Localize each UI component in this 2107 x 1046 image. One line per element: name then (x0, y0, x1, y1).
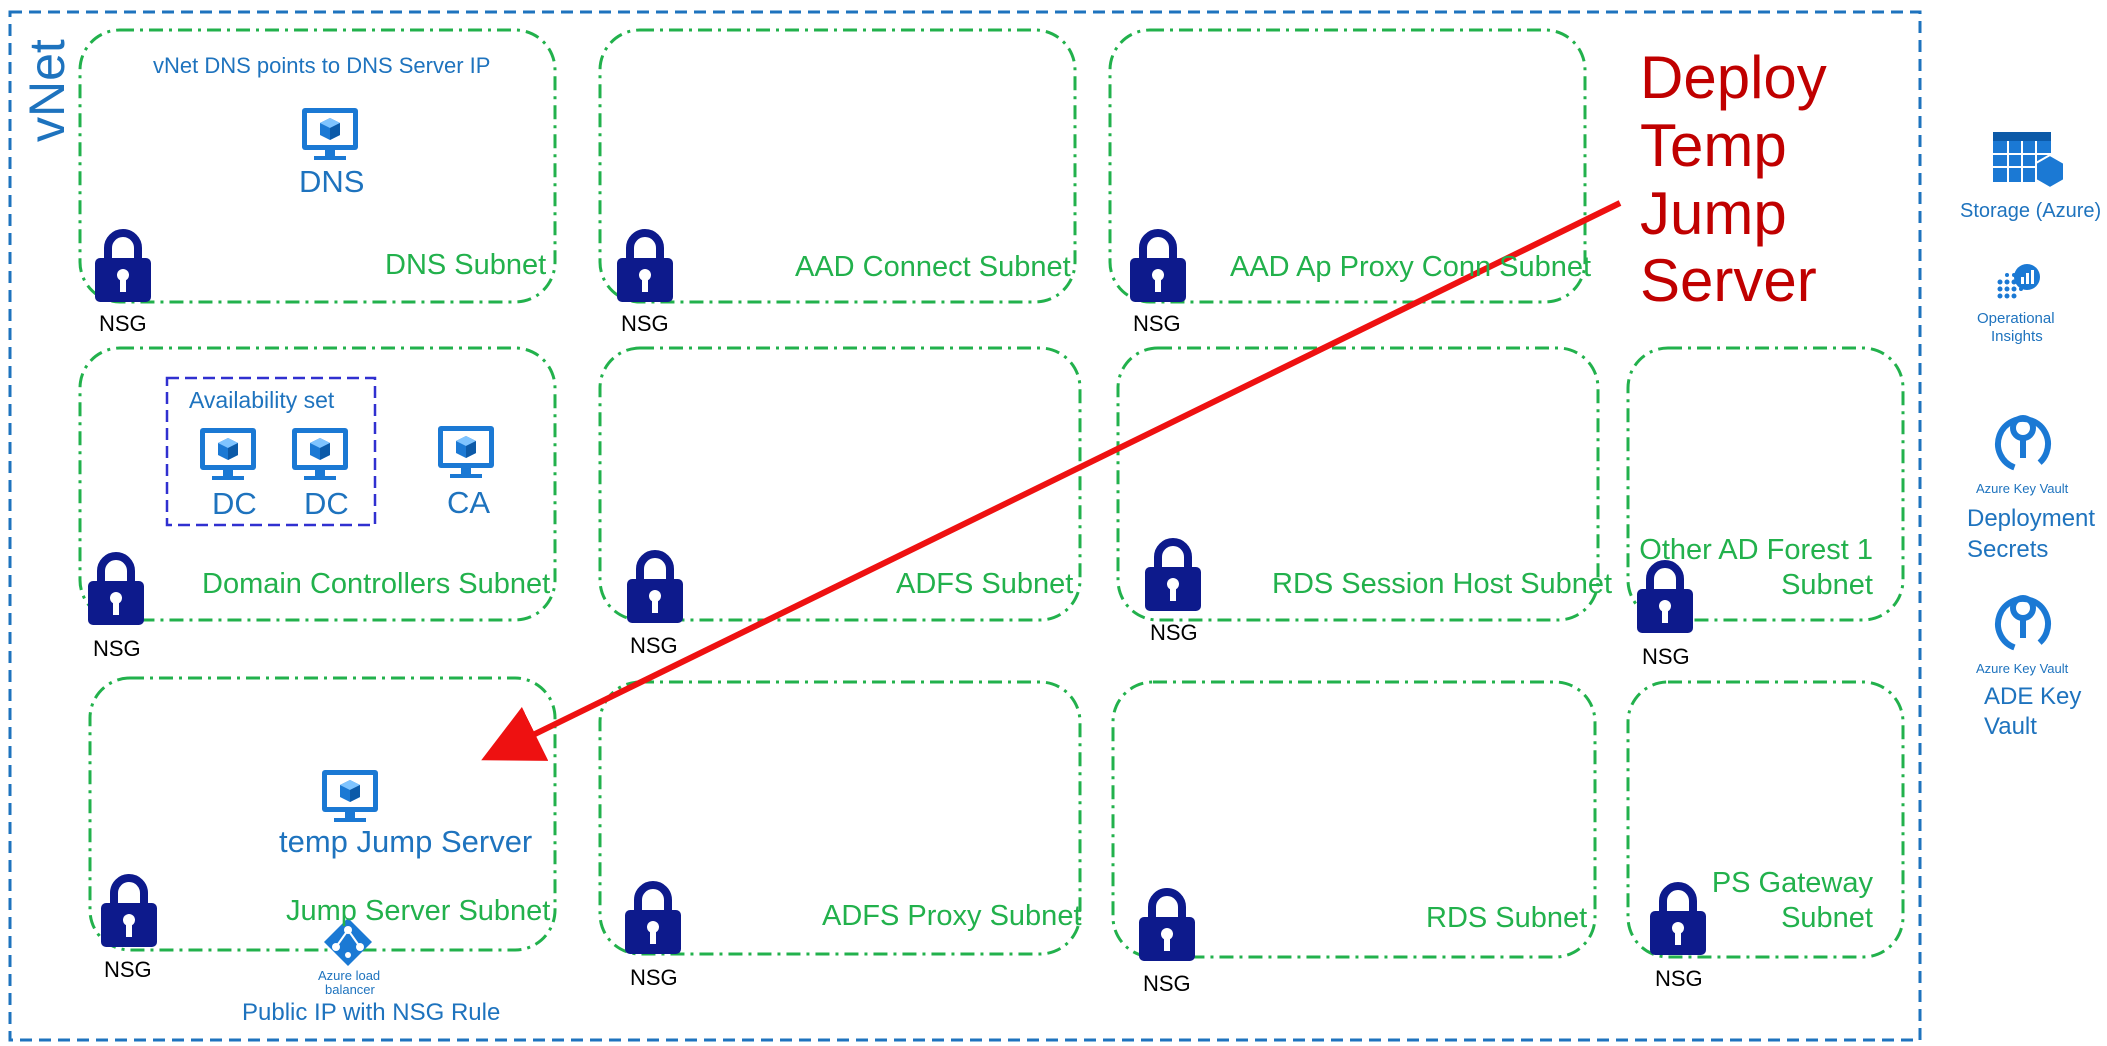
nsg-lock-icon (1139, 892, 1195, 961)
subnet-label: AAD Ap Proxy Conn Subnet (1230, 251, 1592, 283)
dc1-vm-label: DC (212, 486, 257, 521)
dc2-vm-label: DC (304, 486, 349, 521)
dc1-vm-icon (200, 428, 256, 480)
dns-vm-label: DNS (299, 164, 365, 199)
deployment-secrets-label: Deployment (1967, 505, 2096, 532)
subnet-label-line: Subnet (1781, 568, 1873, 601)
jump-server-vm-label: temp Jump Server (279, 824, 533, 859)
nsg-label: NSG (1642, 644, 1690, 669)
key-vault-caption: Azure Key Vault (1976, 481, 2069, 496)
dns-note: vNet DNS points to DNS Server IP (153, 53, 491, 78)
nsg-lock-icon (627, 554, 683, 623)
deploy-line: Server (1640, 247, 1817, 315)
key-vault-icon (1991, 592, 2055, 656)
subnet-label: DNS Subnet (385, 249, 547, 281)
nsg-lock-icon (101, 878, 157, 947)
subnet-label-line: Other AD Forest 1 (1639, 534, 1873, 566)
key-vault-icon (1991, 412, 2055, 476)
public-ip-label: Public IP with NSG Rule (242, 999, 501, 1026)
operational-insights-icon (1997, 264, 2040, 299)
nsg-lock-icon (617, 233, 673, 302)
subnet-label: PS Gateway Subnet (1630, 866, 1873, 936)
ca-vm-label: CA (447, 485, 491, 520)
subnet-label: Jump Server Subnet (286, 895, 551, 927)
nsg-label: NSG (1150, 620, 1198, 645)
subnet-label: RDS Session Host Subnet (1272, 568, 1613, 600)
dc2-vm-icon (292, 428, 348, 480)
subnet-label-line: PS Gateway (1711, 867, 1873, 899)
nsg-label: NSG (621, 311, 669, 336)
storage-label: Storage (Azure) (1960, 200, 2102, 222)
ade-key-vault-label: Vault (1984, 713, 2037, 740)
jump-server-vm-icon (322, 770, 378, 822)
nsg-label: NSG (104, 957, 152, 982)
deployment-secrets-label: Secrets (1967, 536, 2049, 563)
subnet-label: ADFS Proxy Subnet (822, 900, 1082, 932)
nsg-label: NSG (1143, 971, 1191, 996)
nsg-lock-icon (1145, 542, 1201, 611)
availability-set-label: Availability set (189, 387, 335, 413)
nsg-label: NSG (93, 636, 141, 661)
nsg-lock-icon (625, 885, 681, 954)
nsg-lock-icon (1130, 233, 1186, 302)
subnet-label: RDS Subnet (1426, 902, 1588, 934)
deploy-line: Temp (1640, 111, 1787, 179)
deploy-line: Jump (1640, 179, 1787, 247)
storage-icon (1993, 132, 2065, 190)
ade-key-vault-label: ADE Key (1984, 683, 2082, 710)
key-vault-caption: Azure Key Vault (1976, 661, 2069, 676)
nsg-label: NSG (630, 633, 678, 658)
load-balancer-label: balancer (325, 982, 375, 997)
ca-vm-icon (438, 426, 494, 478)
deploy-title: Deploy Temp Jump Server (1640, 44, 1827, 315)
subnet-label: Domain Controllers Subnet (202, 568, 551, 600)
nsg-label: NSG (99, 311, 147, 336)
nsg-label: NSG (630, 965, 678, 990)
subnet-label: Other AD Forest 1 Subnet (1630, 533, 1873, 603)
nsg-lock-icon (95, 233, 151, 302)
nsg-label: NSG (1133, 311, 1181, 336)
subnet-label-line: Subnet (1781, 901, 1873, 934)
subnet-label: ADFS Subnet (896, 568, 1074, 600)
subnet-label: AAD Connect Subnet (795, 251, 1071, 283)
nsg-lock-icon (88, 556, 144, 625)
deploy-line: Deploy (1640, 44, 1827, 111)
dns-vm-icon (302, 108, 358, 160)
insights-label: Insights (1991, 328, 2043, 345)
nsg-label: NSG (1655, 966, 1703, 991)
vnet-title: vNet (19, 39, 75, 142)
insights-label: Operational (1977, 310, 2055, 327)
